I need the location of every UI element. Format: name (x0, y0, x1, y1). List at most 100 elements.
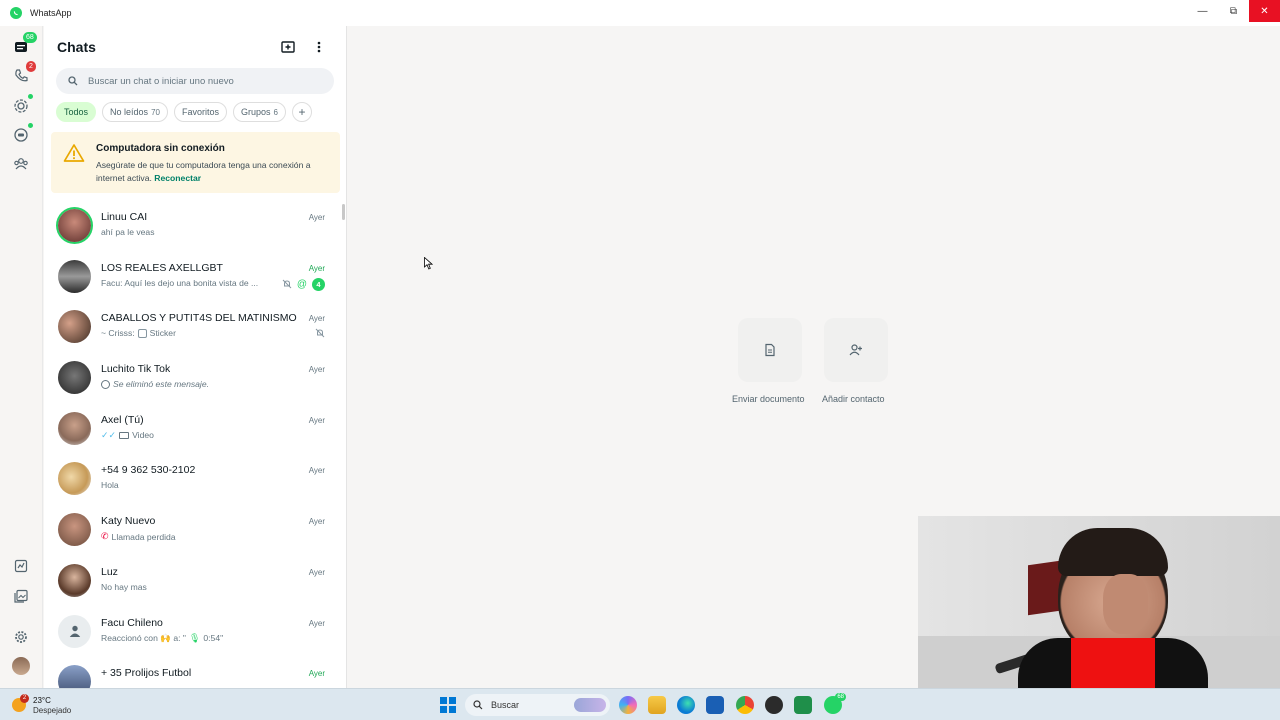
chrome-icon[interactable] (736, 696, 754, 714)
avatar (58, 513, 91, 547)
chat-indicators: @ 4 (282, 277, 325, 291)
chat-item[interactable]: Linuu CAI ahí pa le veas Ayer (44, 200, 346, 251)
preview-text: Hola (101, 480, 119, 491)
chat-time: Ayer (308, 365, 325, 375)
new-chat-icon[interactable] (280, 39, 296, 55)
chat-time: Ayer (308, 669, 325, 679)
channels-nav-icon[interactable] (12, 126, 30, 144)
excel-icon[interactable] (794, 696, 812, 714)
banner-message: Asegúrate de que tu computadora tenga un… (96, 160, 311, 183)
filter-chip-grupos[interactable]: Grupos 6 (232, 102, 286, 122)
avatar (58, 411, 91, 445)
search-bar[interactable] (56, 68, 334, 94)
chat-item[interactable]: Axel (Tú) ✓✓ Video Ayer (44, 403, 346, 454)
chat-preview: ~ Crisss: Sticker (101, 328, 176, 338)
filter-chip-favoritos[interactable]: Favoritos (173, 102, 227, 122)
chat-sidebar: Chats Todos No leídos70 Favoritos Grupos… (44, 26, 347, 688)
navigation-rail: 68 2 (0, 26, 43, 688)
document-icon (765, 343, 775, 357)
taskbar-search[interactable]: Buscar (465, 694, 610, 716)
preview-text: Llamada perdida (111, 531, 176, 542)
chat-time: Ayer (308, 618, 325, 628)
unread-badge: 4 (312, 277, 325, 291)
whatsapp-taskbar-badge: 68 (835, 693, 846, 701)
edge-browser-icon[interactable] (677, 696, 695, 714)
avatar (58, 209, 91, 242)
microsoft-store-icon[interactable] (706, 696, 724, 714)
copilot-icon[interactable] (619, 696, 637, 714)
preview-text: Video (132, 430, 154, 441)
preview-text: No hay mas (101, 581, 147, 592)
filter-label: Favoritos (181, 107, 219, 117)
chat-list: Linuu CAI ahí pa le veas Ayer LOS REALES… (44, 200, 346, 688)
whatsapp-logo-icon (10, 7, 22, 19)
send-document-button[interactable] (738, 318, 802, 382)
status-nav-icon[interactable] (12, 97, 30, 115)
filter-label: Todos (64, 107, 89, 117)
minimize-button[interactable]: — (1187, 0, 1218, 22)
webcam-overlay (918, 516, 1280, 688)
chat-name: Luchito Tik Tok (101, 363, 171, 376)
communities-nav-icon[interactable] (12, 155, 30, 173)
avatar (58, 361, 91, 395)
chat-item[interactable]: Facu Chileno Reaccionó con 🙌 a: " 🎙 0:54" … (44, 606, 346, 657)
preview-text: Se eliminó este mensaje. (113, 379, 210, 390)
preview-sender: ~ Crisss: (101, 328, 135, 339)
weather-temp: 23°C (33, 696, 51, 705)
chat-item[interactable]: Katy Nuevo ✆ Llamada perdida Ayer (44, 504, 346, 555)
chat-item[interactable]: +54 9 362 530-2102 Hola Ayer (44, 453, 346, 504)
window-titlebar: WhatsApp — ⧉ ✕ (0, 0, 1280, 26)
calls-missed-badge: 2 (26, 61, 36, 72)
weather-widget[interactable]: 2 23°C Despejado (12, 694, 82, 716)
chat-preview: Facu: Aquí les dejo una bonita vista de … (101, 278, 258, 288)
window-title: WhatsApp (30, 8, 72, 18)
add-filter-button[interactable]: + (291, 102, 312, 122)
chats-unread-badge: 68 (23, 32, 37, 43)
chat-item[interactable]: + 35 Prolijos Futbol Ayer (44, 656, 346, 688)
filter-chip-no-leidos[interactable]: No leídos 70 (102, 102, 168, 122)
filter-chip-todos[interactable]: Todos (56, 102, 97, 122)
menu-kebab-icon[interactable] (314, 39, 324, 55)
weather-badge: 2 (20, 694, 29, 703)
reconnect-link[interactable]: Reconectar (154, 173, 201, 183)
avatar (58, 259, 91, 293)
windows-start-icon[interactable] (440, 697, 456, 713)
chat-name: Axel (Tú) (101, 413, 144, 426)
warning-icon (63, 144, 85, 162)
profile-avatar[interactable] (12, 657, 30, 675)
file-explorer-icon[interactable] (648, 696, 666, 714)
send-document-label: Enviar documento (732, 394, 805, 404)
search-input[interactable] (88, 75, 308, 87)
chat-item[interactable]: CABALLOS Y PUTIT4S DEL MATINISMO ~ Criss… (44, 301, 346, 352)
missed-call-icon: ✆ (101, 531, 109, 542)
muted-bell-icon (282, 279, 292, 289)
read-checkmarks-icon: ✓✓ (101, 429, 117, 440)
add-contact-button[interactable] (824, 318, 888, 382)
chat-preview: ✆ Llamada perdida (101, 531, 176, 542)
maximize-button[interactable]: ⧉ (1218, 0, 1249, 22)
chat-item[interactable]: Luchito Tik Tok Se eliminó este mensaje.… (44, 352, 346, 403)
whatsapp-taskbar-icon[interactable]: 68 (824, 693, 846, 714)
chat-name: + 35 Prolijos Futbol (101, 667, 192, 680)
chat-item[interactable]: Luz No hay mas Ayer (44, 555, 346, 606)
chat-preview: ✓✓ Video (101, 430, 154, 441)
close-button[interactable]: ✕ (1249, 0, 1280, 22)
chat-preview: Se eliminó este mensaje. (101, 379, 209, 389)
filter-label: Grupos (240, 107, 271, 117)
chat-item[interactable]: LOS REALES AXELLGBT Facu: Aquí les dejo … (44, 251, 346, 302)
search-highlight-icon (574, 698, 606, 712)
settings-gear-icon[interactable] (12, 628, 30, 646)
chat-time: Ayer (308, 314, 325, 324)
chat-time: Ayer (308, 263, 325, 273)
media-nav-icon[interactable] (12, 587, 30, 605)
sidebar-title: Chats (57, 39, 96, 55)
weather-desc: Despejado (33, 706, 72, 715)
taskbar-search-label: Buscar (491, 700, 520, 710)
chat-name: Luz (101, 565, 118, 578)
avatar (58, 462, 91, 496)
avatar (58, 563, 91, 597)
channels-new-dot (28, 123, 33, 128)
obs-icon[interactable] (765, 696, 783, 714)
starred-nav-icon[interactable] (12, 557, 30, 575)
chat-name: LOS REALES AXELLGBT (101, 261, 223, 274)
